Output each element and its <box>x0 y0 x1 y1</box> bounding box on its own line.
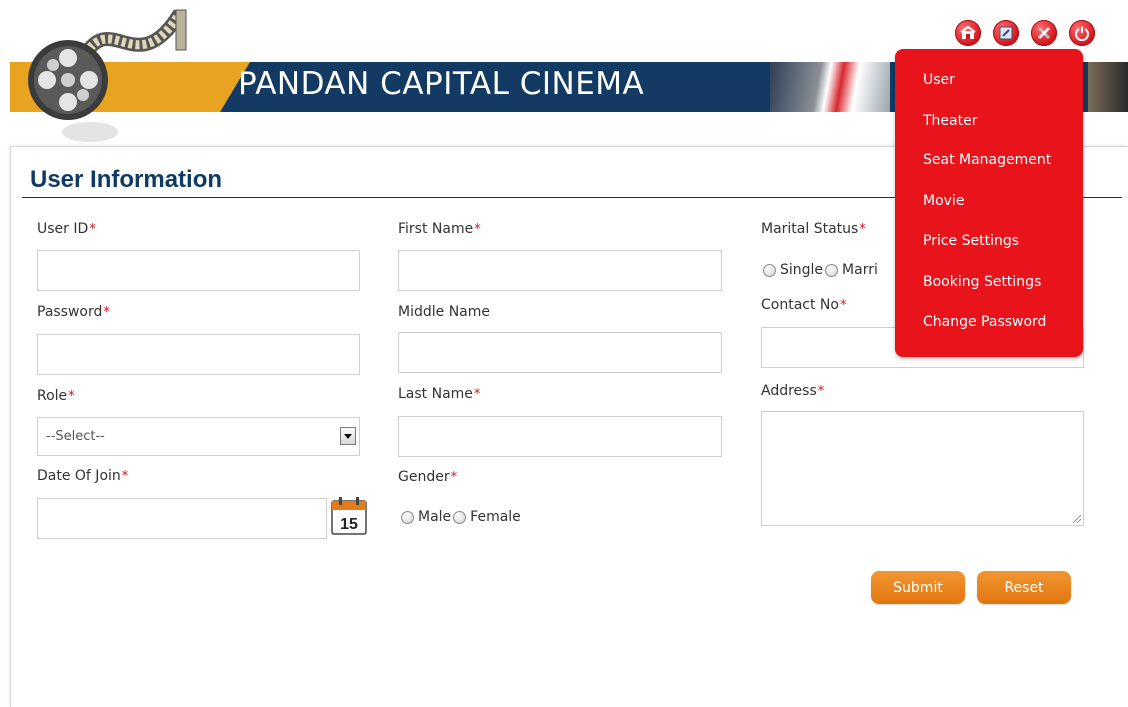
gender-label: Gender* <box>398 469 458 485</box>
address-textarea[interactable] <box>761 411 1084 526</box>
menu-item-price-settings[interactable]: Price Settings <box>923 233 1019 249</box>
menu-item-movie[interactable]: Movie <box>923 193 964 209</box>
marital-married-radio[interactable] <box>825 263 839 277</box>
header-icon-bar <box>955 20 1095 46</box>
user-id-label: User ID* <box>37 221 96 237</box>
user-id-input[interactable] <box>37 250 360 291</box>
gender-female-label: Female <box>470 509 521 525</box>
menu-item-seat-management[interactable]: Seat Management <box>923 152 1051 168</box>
menu-item-booking-settings[interactable]: Booking Settings <box>923 274 1041 290</box>
date-of-join-label: Date Of Join* <box>37 468 129 484</box>
edit-icon[interactable] <box>993 20 1019 46</box>
address-label: Address* <box>761 383 825 399</box>
menu-item-theater[interactable]: Theater <box>923 113 977 129</box>
marital-status-label: Marital Status* <box>761 221 866 237</box>
calendar-icon[interactable]: 15 <box>331 497 367 535</box>
role-label: Role* <box>37 388 75 404</box>
last-name-label: Last Name* <box>398 386 481 402</box>
chevron-down-icon[interactable] <box>340 427 356 445</box>
marital-single-radio[interactable] <box>763 263 776 277</box>
last-name-input[interactable] <box>398 416 722 457</box>
password-input[interactable] <box>37 334 360 375</box>
film-reel-logo-icon <box>28 9 187 142</box>
role-select[interactable]: --Select-- <box>37 417 360 456</box>
resize-grip-icon[interactable] <box>1073 515 1081 523</box>
password-label: Password* <box>37 304 110 320</box>
marital-status-radio-group: Single Marri <box>763 262 878 278</box>
marital-single-label: Single <box>780 262 824 278</box>
marital-married-label: Marri <box>842 262 878 278</box>
date-of-join-input[interactable] <box>37 498 327 539</box>
page-title: User Information <box>30 166 223 193</box>
role-selected-value: --Select-- <box>46 429 105 444</box>
admin-dropdown-menu: User Theater Seat Management Movie Price… <box>895 49 1083 357</box>
power-icon[interactable] <box>1069 20 1095 46</box>
gender-male-label: Male <box>418 509 452 525</box>
first-name-input[interactable] <box>398 250 722 291</box>
middle-name-input[interactable] <box>398 332 722 373</box>
menu-item-change-password[interactable]: Change Password <box>923 314 1046 330</box>
submit-button[interactable]: Submit <box>871 571 965 604</box>
middle-name-label: Middle Name <box>398 304 490 320</box>
home-icon[interactable] <box>955 20 981 46</box>
banner-photo <box>770 62 890 112</box>
gender-female-radio[interactable] <box>453 510 467 524</box>
calendar-day: 15 <box>340 516 358 533</box>
gender-radio-group: Male Female <box>401 509 521 525</box>
settings-tools-icon[interactable] <box>1031 20 1057 46</box>
first-name-label: First Name* <box>398 221 481 237</box>
contact-no-label: Contact No* <box>761 297 847 313</box>
menu-item-user[interactable]: User <box>923 72 955 88</box>
gender-male-radio[interactable] <box>401 510 414 524</box>
reset-button[interactable]: Reset <box>977 571 1071 604</box>
site-title: PANDAN CAPITAL CINEMA <box>238 66 645 102</box>
